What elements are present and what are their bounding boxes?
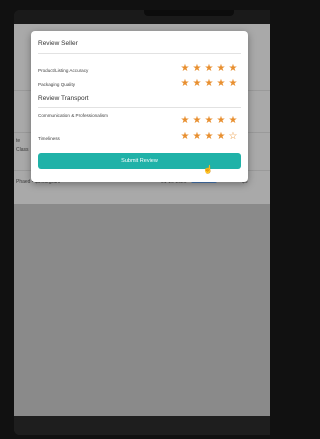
criterion-label: Timeliness <box>38 136 60 141</box>
review-transport-title: Review Transport <box>38 95 89 102</box>
star-filled-icon[interactable]: ★ <box>179 116 191 126</box>
star-filled-icon[interactable]: ★ <box>215 116 227 126</box>
star-filled-icon[interactable]: ★ <box>203 116 215 126</box>
star-filled-icon[interactable]: ★ <box>179 64 191 74</box>
hand-cursor-icon: ☝ <box>203 165 213 174</box>
star-filled-icon[interactable]: ★ <box>227 79 239 89</box>
star-filled-icon[interactable]: ★ <box>179 132 191 142</box>
rating-stars[interactable]: ★ ★ ★ ★ ★ <box>179 116 239 126</box>
rating-stars[interactable]: ★ ★ ★ ★ ★ <box>179 79 239 89</box>
star-filled-icon[interactable]: ★ <box>215 79 227 89</box>
star-outline-icon[interactable]: ☆ <box>227 132 239 142</box>
criterion-label: Packaging Quality <box>38 82 76 87</box>
section-divider <box>38 53 241 54</box>
bottom-bar <box>14 416 270 435</box>
review-modal: Review Seller Product/Listing Accuracy ★… <box>31 31 248 182</box>
notch <box>144 10 234 16</box>
star-filled-icon[interactable]: ★ <box>215 132 227 142</box>
star-filled-icon[interactable]: ★ <box>203 132 215 142</box>
star-filled-icon[interactable]: ★ <box>191 132 203 142</box>
star-filled-icon[interactable]: ★ <box>227 116 239 126</box>
criterion-label: Communication & Professionalism <box>38 113 108 118</box>
rating-stars[interactable]: ★ ★ ★ ★ ★ <box>179 64 239 74</box>
rating-stars[interactable]: ★ ★ ★ ★ ☆ <box>179 132 239 142</box>
section-divider <box>38 107 241 108</box>
background-label: Class <box>16 147 29 153</box>
star-filled-icon[interactable]: ★ <box>191 64 203 74</box>
background-label: te <box>16 138 21 144</box>
review-seller-title: Review Seller <box>38 40 78 47</box>
star-filled-icon[interactable]: ★ <box>227 64 239 74</box>
criterion-label: Product/Listing Accuracy <box>38 68 89 73</box>
star-filled-icon[interactable]: ★ <box>191 116 203 126</box>
star-filled-icon[interactable]: ★ <box>203 79 215 89</box>
star-filled-icon[interactable]: ★ <box>203 64 215 74</box>
star-filled-icon[interactable]: ★ <box>215 64 227 74</box>
star-filled-icon[interactable]: ★ <box>179 79 191 89</box>
star-filled-icon[interactable]: ★ <box>191 79 203 89</box>
